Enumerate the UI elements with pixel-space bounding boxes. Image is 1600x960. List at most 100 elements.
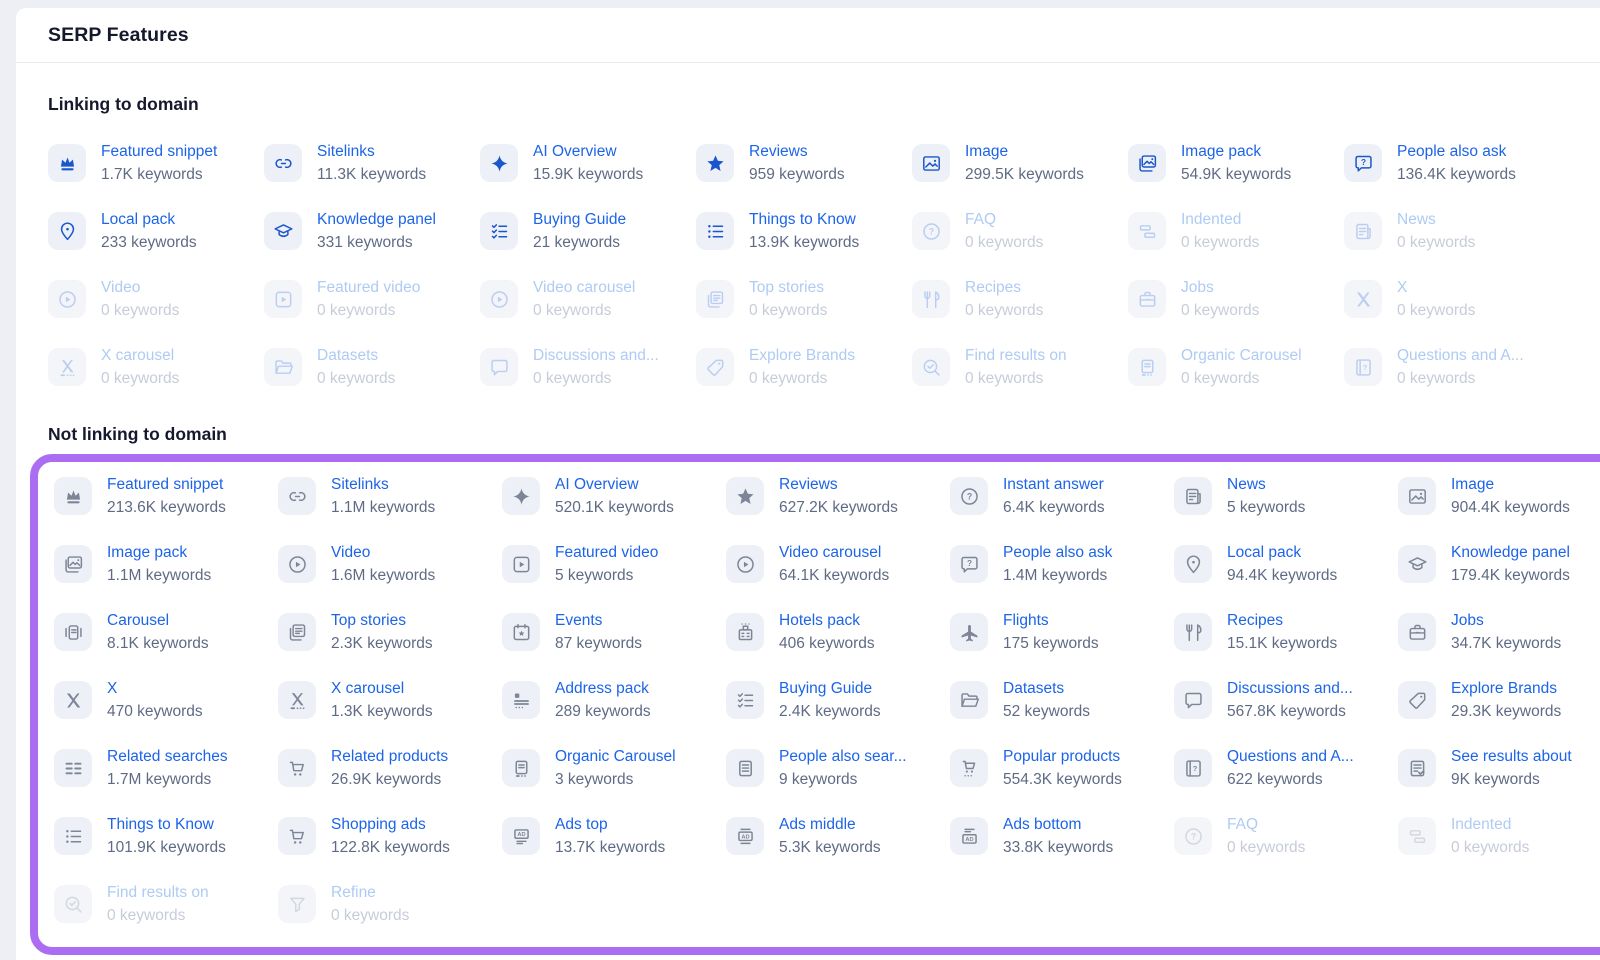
serp-feature-item[interactable]: Reviews959 keywords xyxy=(696,140,912,186)
feature-label[interactable]: People also ask xyxy=(1003,541,1112,564)
serp-feature-item[interactable]: AI Overview15.9K keywords xyxy=(480,140,696,186)
serp-feature-item[interactable]: Address pack289 keywords xyxy=(502,677,726,723)
serp-feature-item[interactable]: Organic Carousel3 keywords xyxy=(502,745,726,791)
feature-label[interactable]: Related searches xyxy=(107,745,228,768)
feature-label[interactable]: Video xyxy=(331,541,435,564)
serp-feature-item[interactable]: Image299.5K keywords xyxy=(912,140,1128,186)
feature-label[interactable]: Things to Know xyxy=(749,208,859,231)
serp-feature-item[interactable]: Knowledge panel331 keywords xyxy=(264,208,480,254)
serp-feature-item[interactable]: ?Questions and A...622 keywords xyxy=(1174,745,1398,791)
serp-feature-item[interactable]: Featured video5 keywords xyxy=(502,541,726,587)
serp-feature-item[interactable]: Featured snippet1.7K keywords xyxy=(48,140,264,186)
serp-feature-item[interactable]: Related products26.9K keywords xyxy=(278,745,502,791)
feature-label[interactable]: News xyxy=(1227,473,1305,496)
feature-label[interactable]: AI Overview xyxy=(533,140,643,163)
feature-label[interactable]: Local pack xyxy=(1227,541,1337,564)
feature-label[interactable]: People also sear... xyxy=(779,745,907,768)
feature-label[interactable]: Events xyxy=(555,609,642,632)
feature-label[interactable]: Reviews xyxy=(749,140,845,163)
feature-label[interactable]: Address pack xyxy=(555,677,651,700)
feature-label[interactable]: Flights xyxy=(1003,609,1099,632)
feature-label[interactable]: Buying Guide xyxy=(779,677,881,700)
serp-feature-item[interactable]: ADAds middle5.3K keywords xyxy=(726,813,950,859)
feature-label[interactable]: Questions and A... xyxy=(1227,745,1354,768)
serp-feature-item[interactable]: Knowledge panel179.4K keywords xyxy=(1398,541,1600,587)
feature-label[interactable]: Datasets xyxy=(1003,677,1090,700)
serp-feature-item[interactable]: Featured snippet213.6K keywords xyxy=(54,473,278,519)
feature-label[interactable]: X xyxy=(107,677,203,700)
serp-feature-item[interactable]: Video carousel64.1K keywords xyxy=(726,541,950,587)
feature-label[interactable]: See results about xyxy=(1451,745,1572,768)
serp-feature-item[interactable]: Sitelinks1.1M keywords xyxy=(278,473,502,519)
feature-label[interactable]: X carousel xyxy=(331,677,433,700)
feature-label[interactable]: Sitelinks xyxy=(317,140,426,163)
feature-label[interactable]: Featured video xyxy=(555,541,658,564)
serp-feature-item[interactable]: Sitelinks11.3K keywords xyxy=(264,140,480,186)
serp-feature-item[interactable]: Buying Guide2.4K keywords xyxy=(726,677,950,723)
feature-label[interactable]: Things to Know xyxy=(107,813,226,836)
feature-label[interactable]: Organic Carousel xyxy=(555,745,676,768)
serp-feature-item[interactable]: Recipes15.1K keywords xyxy=(1174,609,1398,655)
feature-label[interactable]: Featured snippet xyxy=(101,140,217,163)
serp-feature-item[interactable]: Popular products554.3K keywords xyxy=(950,745,1174,791)
feature-label[interactable]: Image xyxy=(1451,473,1570,496)
serp-feature-item[interactable]: AI Overview520.1K keywords xyxy=(502,473,726,519)
feature-label[interactable]: Image pack xyxy=(1181,140,1291,163)
serp-feature-item[interactable]: Flights175 keywords xyxy=(950,609,1174,655)
serp-feature-item[interactable]: Related searches1.7M keywords xyxy=(54,745,278,791)
serp-feature-item[interactable]: Local pack233 keywords xyxy=(48,208,264,254)
serp-feature-item[interactable]: News5 keywords xyxy=(1174,473,1398,519)
feature-label[interactable]: Top stories xyxy=(331,609,433,632)
feature-label[interactable]: Video carousel xyxy=(779,541,889,564)
feature-label[interactable]: People also ask xyxy=(1397,140,1516,163)
feature-label[interactable]: Popular products xyxy=(1003,745,1122,768)
serp-feature-item[interactable]: ?People also ask136.4K keywords xyxy=(1344,140,1560,186)
feature-label[interactable]: Knowledge panel xyxy=(1451,541,1570,564)
feature-label[interactable]: Ads middle xyxy=(779,813,881,836)
feature-label[interactable]: Knowledge panel xyxy=(317,208,436,231)
feature-label[interactable]: Recipes xyxy=(1227,609,1337,632)
serp-feature-item[interactable]: Image904.4K keywords xyxy=(1398,473,1600,519)
feature-label[interactable]: Shopping ads xyxy=(331,813,450,836)
serp-feature-item[interactable]: Discussions and...567.8K keywords xyxy=(1174,677,1398,723)
feature-label[interactable]: Sitelinks xyxy=(331,473,435,496)
serp-feature-item[interactable]: Hotels pack406 keywords xyxy=(726,609,950,655)
feature-label[interactable]: Carousel xyxy=(107,609,209,632)
feature-label[interactable]: Related products xyxy=(331,745,448,768)
serp-feature-item[interactable]: ADAds top13.7K keywords xyxy=(502,813,726,859)
serp-feature-item[interactable]: Things to Know13.9K keywords xyxy=(696,208,912,254)
serp-feature-item[interactable]: Explore Brands29.3K keywords xyxy=(1398,677,1600,723)
serp-feature-item[interactable]: Shopping ads122.8K keywords xyxy=(278,813,502,859)
serp-feature-item[interactable]: Top stories2.3K keywords xyxy=(278,609,502,655)
serp-feature-item[interactable]: Events87 keywords xyxy=(502,609,726,655)
serp-feature-item[interactable]: Things to Know101.9K keywords xyxy=(54,813,278,859)
serp-feature-item[interactable]: Reviews627.2K keywords xyxy=(726,473,950,519)
feature-label[interactable]: Featured snippet xyxy=(107,473,226,496)
serp-feature-item[interactable]: Image pack1.1M keywords xyxy=(54,541,278,587)
feature-label[interactable]: Buying Guide xyxy=(533,208,626,231)
serp-feature-item[interactable]: See results about9K keywords xyxy=(1398,745,1600,791)
feature-label[interactable]: Ads bottom xyxy=(1003,813,1113,836)
feature-label[interactable]: Image pack xyxy=(107,541,211,564)
serp-feature-item[interactable]: X carousel1.3K keywords xyxy=(278,677,502,723)
feature-label[interactable]: Ads top xyxy=(555,813,665,836)
serp-feature-item[interactable]: Image pack54.9K keywords xyxy=(1128,140,1344,186)
serp-feature-item[interactable]: Buying Guide21 keywords xyxy=(480,208,696,254)
serp-feature-item[interactable]: Video1.6M keywords xyxy=(278,541,502,587)
feature-label[interactable]: Instant answer xyxy=(1003,473,1105,496)
serp-feature-item[interactable]: Carousel8.1K keywords xyxy=(54,609,278,655)
serp-feature-item[interactable]: Jobs34.7K keywords xyxy=(1398,609,1600,655)
serp-feature-item[interactable]: Local pack94.4K keywords xyxy=(1174,541,1398,587)
serp-feature-item[interactable]: X470 keywords xyxy=(54,677,278,723)
feature-label[interactable]: Explore Brands xyxy=(1451,677,1561,700)
serp-feature-item[interactable]: ?Instant answer6.4K keywords xyxy=(950,473,1174,519)
feature-label[interactable]: Jobs xyxy=(1451,609,1561,632)
serp-feature-item[interactable]: Datasets52 keywords xyxy=(950,677,1174,723)
serp-feature-item[interactable]: ADAds bottom33.8K keywords xyxy=(950,813,1174,859)
feature-label[interactable]: Hotels pack xyxy=(779,609,875,632)
feature-label[interactable]: Image xyxy=(965,140,1084,163)
feature-label[interactable]: Local pack xyxy=(101,208,197,231)
feature-label[interactable]: Reviews xyxy=(779,473,898,496)
feature-label[interactable]: Discussions and... xyxy=(1227,677,1353,700)
serp-feature-item[interactable]: People also sear...9 keywords xyxy=(726,745,950,791)
